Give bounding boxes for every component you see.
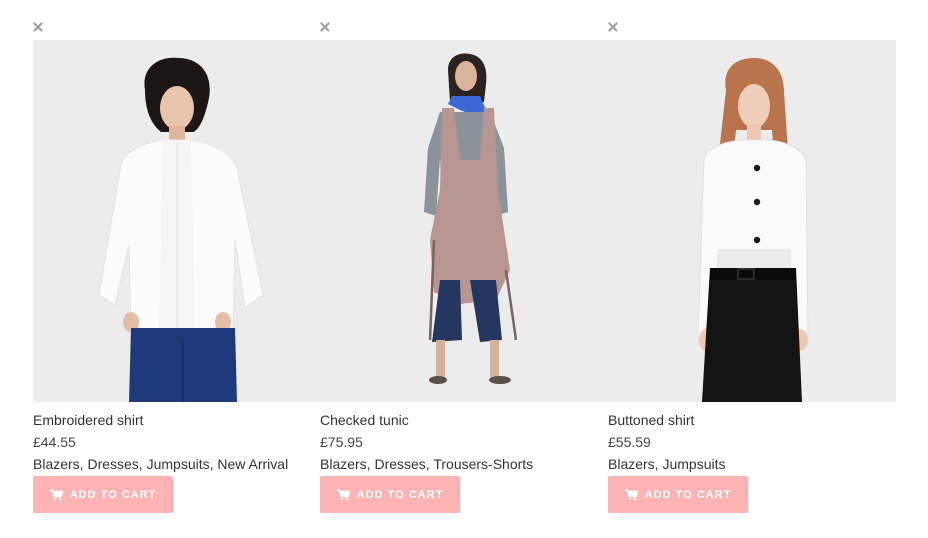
add-to-cart-label: ADD TO CART: [356, 488, 444, 501]
product-name[interactable]: Buttoned shirt: [608, 411, 694, 429]
add-to-cart-button[interactable]: ADD TO CART: [608, 476, 748, 513]
shopping-cart-icon: [336, 488, 350, 501]
remove-product-button[interactable]: [33, 22, 45, 34]
add-to-cart-label: ADD TO CART: [69, 488, 157, 501]
product-price: £55.59: [608, 434, 651, 450]
product-image[interactable]: [608, 40, 896, 402]
close-icon: [320, 22, 330, 32]
product-image[interactable]: [33, 40, 321, 402]
add-to-cart-button[interactable]: ADD TO CART: [33, 476, 173, 513]
product-name[interactable]: Embroidered shirt: [33, 411, 144, 429]
product-price: £44.55: [33, 434, 76, 450]
close-icon: [608, 22, 618, 32]
shopping-cart-icon: [49, 488, 63, 501]
add-to-cart-button[interactable]: ADD TO CART: [320, 476, 460, 513]
remove-product-button[interactable]: [608, 22, 620, 34]
product-name[interactable]: Checked tunic: [320, 411, 409, 429]
add-to-cart-label: ADD TO CART: [644, 488, 732, 501]
shopping-cart-icon: [624, 488, 638, 501]
product-price: £75.95: [320, 434, 363, 450]
product-categories[interactable]: Blazers, Jumpsuits: [608, 455, 725, 473]
product-categories[interactable]: Blazers, Dresses, Jumpsuits, New Arrival: [33, 455, 288, 473]
product-image[interactable]: [320, 40, 608, 402]
close-icon: [33, 22, 43, 32]
product-categories[interactable]: Blazers, Dresses, Trousers-Shorts: [320, 455, 533, 473]
remove-product-button[interactable]: [320, 22, 332, 34]
